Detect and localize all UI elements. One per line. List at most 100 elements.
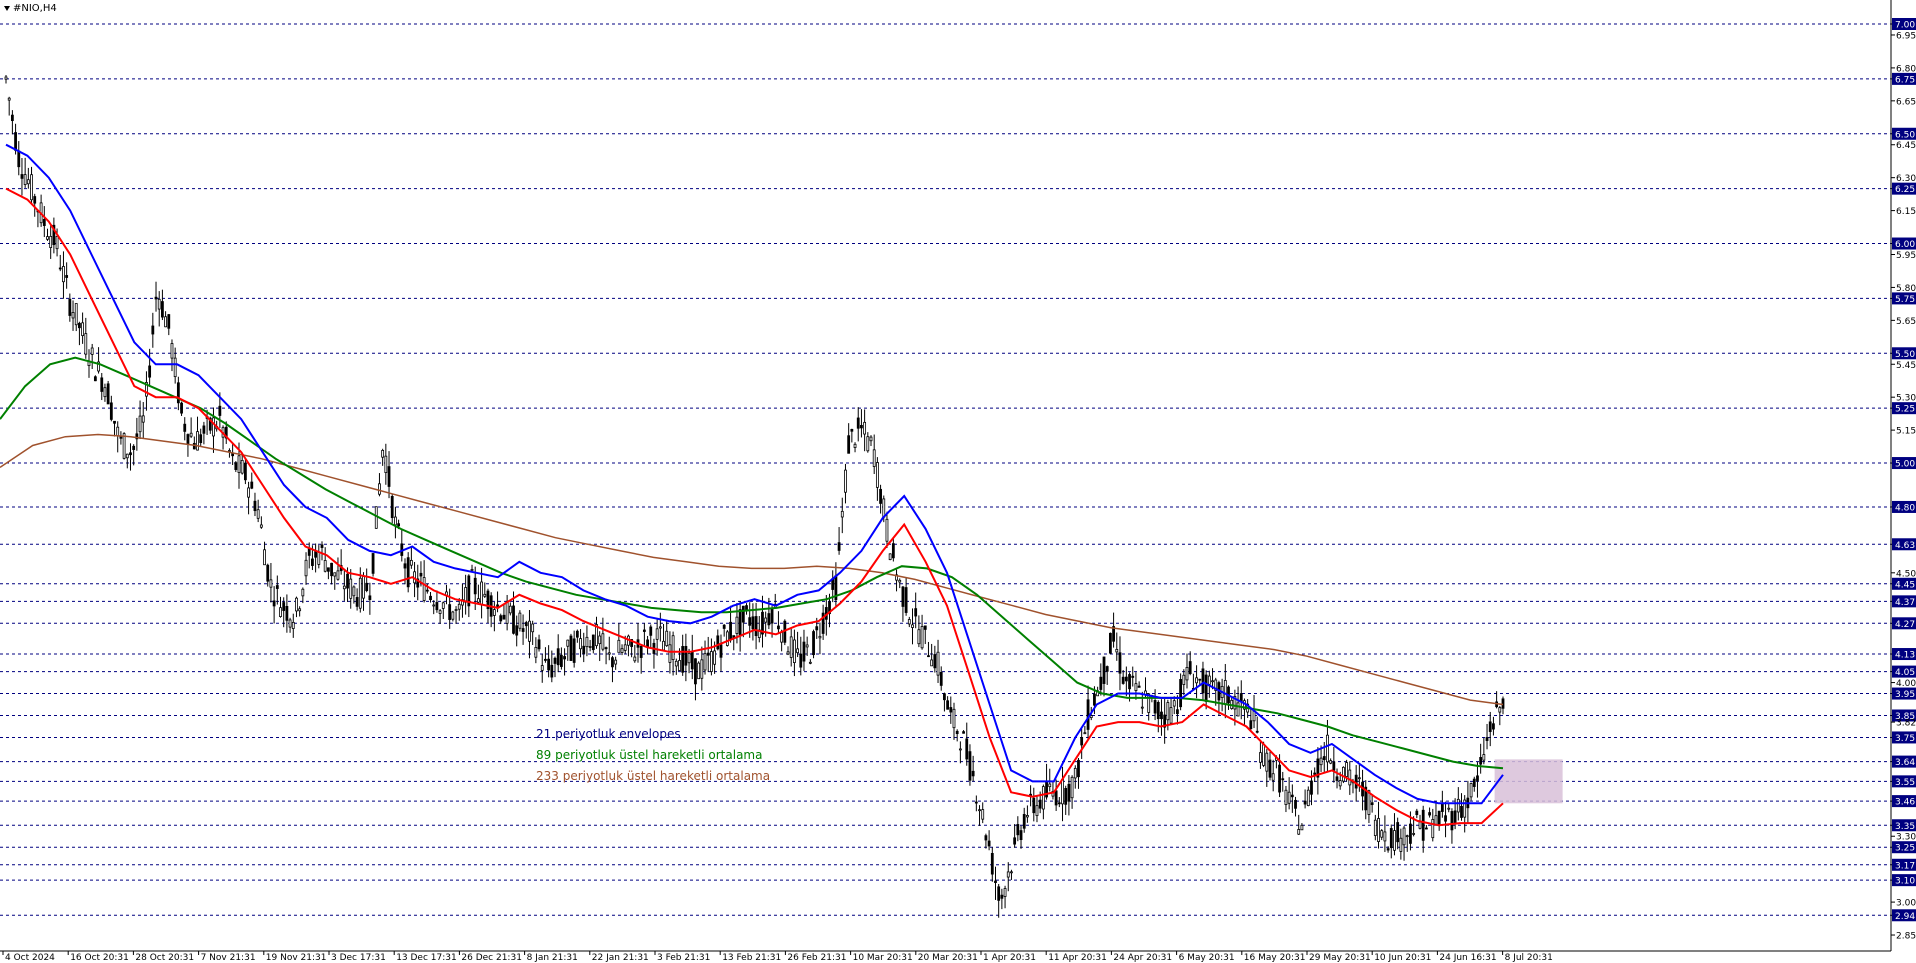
candle-body	[1035, 805, 1039, 817]
candle-body	[20, 174, 24, 179]
candle-body	[1195, 677, 1198, 684]
candle-body	[477, 598, 480, 603]
candle-body	[387, 466, 391, 487]
candle-body	[1010, 871, 1013, 874]
candle-body	[987, 840, 991, 847]
candle-body	[1019, 830, 1023, 841]
candle-body	[151, 325, 155, 335]
candle-body	[256, 509, 260, 519]
time-axis[interactable]: 4 Oct 2024 16 Oct 20:31 28 Oct 20:31 7 Nov …	[2, 951, 1553, 963]
candle-body	[307, 548, 311, 556]
time-tick-label: 6 May 20:31	[1179, 953, 1235, 963]
candle-body	[390, 496, 394, 519]
candle-body	[1453, 810, 1457, 825]
candle-body	[722, 624, 726, 629]
candle-body	[1290, 794, 1294, 798]
candle-body	[1201, 668, 1205, 694]
candle-body	[352, 586, 356, 597]
candle-body	[202, 425, 206, 434]
candle-body	[496, 604, 499, 607]
candle-body	[888, 553, 892, 561]
candle-body	[397, 523, 401, 527]
candle-body	[572, 638, 576, 663]
candle-body	[1067, 783, 1071, 802]
candle-body	[317, 552, 321, 565]
candle-body	[81, 322, 85, 337]
candle-body	[1121, 676, 1125, 684]
candle-body	[1421, 809, 1425, 841]
candle-body	[639, 645, 643, 658]
candle-body	[196, 431, 199, 451]
candle-body	[432, 604, 436, 607]
candle-body	[1038, 799, 1042, 809]
price-tick-label: 5.65	[1896, 317, 1916, 327]
candle-body	[780, 631, 784, 643]
candle-body	[301, 588, 305, 597]
candle-body	[448, 604, 452, 620]
candle-body	[563, 656, 566, 660]
candle-body	[492, 609, 496, 616]
candle-body	[681, 646, 685, 673]
candle-body	[505, 600, 509, 624]
candle-body	[553, 657, 557, 664]
candle-body	[1077, 759, 1080, 778]
candle-body	[860, 424, 863, 429]
candle-body	[247, 487, 250, 498]
price-axis[interactable]: 7.006.956.806.756.656.506.456.306.256.15…	[1891, 18, 1916, 942]
candle-body	[1249, 720, 1253, 729]
candle-body	[1169, 707, 1173, 724]
candle-body	[777, 625, 780, 630]
candle-body	[1048, 783, 1052, 788]
candle-body	[4, 76, 8, 80]
candle-body	[192, 442, 196, 450]
candle-body	[697, 662, 701, 680]
price-level-label: 5.25	[1895, 405, 1915, 415]
candle-body	[84, 333, 88, 355]
candle-body	[808, 661, 812, 664]
candle-body	[537, 639, 541, 650]
time-tick-label: 13 Dec 17:31	[396, 953, 457, 963]
candle-body	[1016, 824, 1020, 836]
time-tick-label: 22 Jan 21:31	[592, 953, 649, 963]
plot-area[interactable]	[0, 0, 1891, 951]
candle-body	[943, 693, 946, 701]
candle-body	[802, 641, 806, 662]
candle-body	[713, 650, 717, 665]
candle-body	[1479, 757, 1483, 765]
candle-body	[1086, 699, 1090, 730]
candle-body	[333, 572, 337, 577]
candle-body	[1281, 778, 1285, 781]
candle-body	[304, 559, 308, 577]
candle-body	[796, 648, 799, 654]
candle-body	[738, 609, 742, 637]
candle-body	[604, 647, 608, 650]
candle-body	[368, 595, 372, 600]
candle-body	[850, 428, 854, 432]
candle-body	[965, 738, 969, 760]
candle-body	[263, 549, 266, 566]
candle-body	[512, 605, 515, 634]
candle-body	[409, 559, 413, 566]
candle-body	[122, 433, 126, 459]
price-chart[interactable]: 7.006.956.806.756.656.506.456.306.256.15…	[0, 0, 1916, 963]
candle-body	[911, 624, 914, 628]
candle-body	[1131, 675, 1135, 678]
time-tick-label: 26 Feb 21:31	[787, 953, 846, 963]
candle-body	[658, 626, 662, 629]
legend-envelopes: 21 periyotluk envelopes	[536, 727, 681, 741]
price-level-label: 4.45	[1895, 580, 1915, 590]
symbol-title[interactable]: #NIO,H4	[4, 3, 57, 14]
candle-body	[1393, 830, 1396, 851]
candle-body	[365, 582, 369, 591]
candle-body	[1335, 776, 1339, 781]
candle-body	[109, 402, 113, 420]
candle-body	[1013, 837, 1017, 845]
candle-body	[1160, 711, 1163, 720]
candle-body	[1147, 693, 1151, 713]
candle-body	[585, 636, 589, 648]
candle-body	[1492, 723, 1495, 730]
candle-body	[649, 626, 653, 636]
dropdown-arrow-icon[interactable]	[4, 6, 10, 11]
candle-body	[1057, 802, 1061, 805]
candle-body	[148, 365, 152, 378]
